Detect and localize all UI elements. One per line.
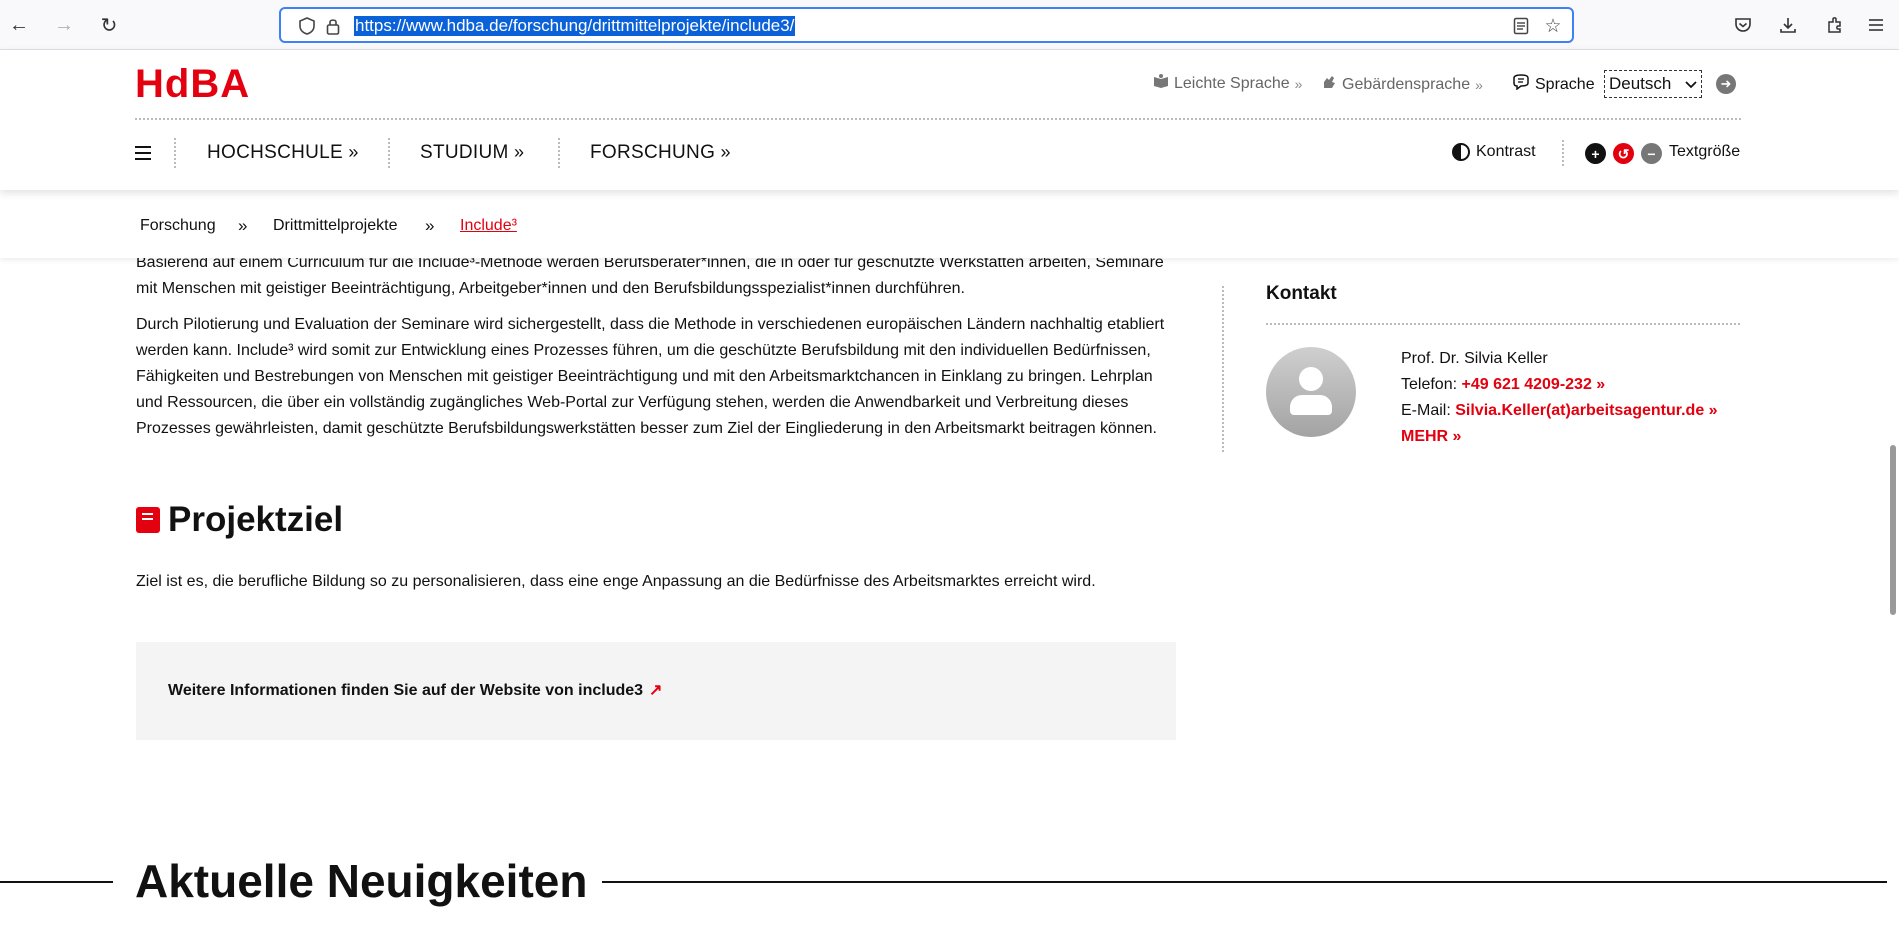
extensions-icon[interactable] xyxy=(1823,13,1847,37)
main-content: Basierend auf einem Curriculum für die I… xyxy=(136,250,1176,452)
email-link[interactable]: Silvia.Keller(at)arbeitsagentur.de » xyxy=(1455,402,1717,419)
nav-hochschule-label: HOCHSCHULE xyxy=(207,142,344,163)
contact-phone-row: Telefon: +49 621 4209-232 » xyxy=(1401,376,1605,394)
text-size-increase-icon[interactable]: + xyxy=(1585,143,1606,164)
download-icon[interactable] xyxy=(1776,13,1800,37)
avatar xyxy=(1266,347,1356,437)
text-size-decrease-icon[interactable]: − xyxy=(1641,143,1662,164)
nav-studium[interactable]: STUDIUM » xyxy=(420,142,524,164)
kontrast-toggle[interactable]: Kontrast xyxy=(1452,143,1536,161)
textgroesse-label: Textgröße xyxy=(1669,143,1741,160)
chevron-down-icon xyxy=(1685,74,1697,94)
browser-toolbar: ← → ↻ https://www.hdba.de/forschung/drit… xyxy=(0,0,1899,50)
breadcrumb-include3[interactable]: Include³ xyxy=(460,217,517,235)
logo[interactable]: HdBA xyxy=(135,64,250,104)
sprache-text: Sprache xyxy=(1535,75,1595,93)
contact-email-row: E-Mail: Silvia.Keller(at)arbeitsagentur.… xyxy=(1401,402,1718,420)
leichte-sprache-icon xyxy=(1153,74,1169,93)
leichte-sprache-label: Leichte Sprache xyxy=(1174,74,1290,92)
nav-divider xyxy=(174,138,176,168)
nav-hochschule[interactable]: HOCHSCHULE » xyxy=(207,142,359,164)
header-divider xyxy=(135,118,1741,120)
breadcrumb-drittmittelprojekte[interactable]: Drittmittelprojekte xyxy=(273,217,397,235)
site-header: HdBA Leichte Sprache » Gebärdensprache »… xyxy=(0,50,1899,190)
chevron-right-icon: » xyxy=(343,142,359,162)
chevron-right-icon: » xyxy=(1294,75,1303,92)
projektziel-text: Ziel ist es, die berufliche Bildung so z… xyxy=(136,573,1096,590)
kontrast-label: Kontrast xyxy=(1476,143,1536,160)
sprache-label: Sprache xyxy=(1512,74,1595,95)
nav-forschung-label: FORSCHUNG xyxy=(590,142,716,163)
breadcrumb-forschung[interactable]: Forschung xyxy=(140,217,216,235)
reader-view-icon[interactable] xyxy=(1511,16,1531,36)
email-address: Silvia.Keller(at)arbeitsagentur.de xyxy=(1455,402,1705,419)
email-label: E-Mail: xyxy=(1401,402,1451,419)
external-website-label: Weitere Informationen finden Sie auf der… xyxy=(168,682,644,699)
language-select[interactable]: Deutsch xyxy=(1604,70,1702,98)
news-rule-right xyxy=(602,881,1889,883)
kontakt-title: Kontakt xyxy=(1266,283,1337,304)
shield-icon[interactable] xyxy=(297,16,317,36)
phone-number: +49 621 4209-232 xyxy=(1461,376,1592,393)
chevron-right-icon: » xyxy=(1475,76,1483,93)
language-icon xyxy=(1512,74,1530,95)
chevron-right-icon: » xyxy=(508,142,525,162)
pocket-icon[interactable] xyxy=(1731,13,1755,37)
contrast-icon xyxy=(1452,143,1470,161)
nav-studium-label: STUDIUM xyxy=(420,142,509,163)
info-box: Weitere Informationen finden Sie auf der… xyxy=(136,642,1176,740)
breadcrumb-separator: » xyxy=(425,216,435,235)
url-text[interactable]: https://www.hdba.de/forschung/drittmitte… xyxy=(354,16,796,36)
nav-divider xyxy=(558,138,560,168)
breadcrumb: Forschung » Drittmittelprojekte » Includ… xyxy=(0,190,1899,258)
external-link-arrow-icon: ↗ xyxy=(649,682,663,699)
projektziel-heading: Projektziel xyxy=(136,500,343,540)
language-selected-value: Deutsch xyxy=(1609,74,1672,93)
language-go-icon[interactable]: ➜ xyxy=(1716,74,1736,94)
text-size-reset-icon[interactable]: ↺ xyxy=(1613,143,1634,164)
nav-forschung[interactable]: FORSCHUNG » xyxy=(590,142,731,164)
lock-icon[interactable] xyxy=(323,16,343,36)
book-icon xyxy=(136,507,160,533)
breadcrumb-separator: » xyxy=(238,216,248,235)
contact-more-row: MEHR » xyxy=(1401,428,1461,446)
news-heading: Aktuelle Neuigkeiten xyxy=(135,855,588,907)
contact-name: Prof. Dr. Silvia Keller xyxy=(1401,350,1548,367)
menu-icon[interactable] xyxy=(1864,13,1888,37)
mehr-link[interactable]: MEHR » xyxy=(1401,428,1461,445)
back-icon[interactable]: ← xyxy=(6,12,32,38)
sidebar-divider xyxy=(1222,286,1224,452)
bookmark-star-icon[interactable]: ☆ xyxy=(1543,16,1563,37)
leichte-sprache-link[interactable]: Leichte Sprache » xyxy=(1153,74,1302,93)
sign-language-icon xyxy=(1321,74,1337,95)
nav-divider xyxy=(388,138,390,168)
url-bar[interactable]: https://www.hdba.de/forschung/drittmitte… xyxy=(279,7,1574,43)
reload-icon[interactable]: ↻ xyxy=(96,12,122,38)
forward-icon[interactable]: → xyxy=(51,12,77,38)
kontakt-divider xyxy=(1266,323,1740,325)
toolbar-divider xyxy=(1562,140,1564,166)
hamburger-menu-icon[interactable] xyxy=(135,146,151,160)
gebaerdensprache-label: Gebärdensprache xyxy=(1342,75,1471,93)
mehr-label: MEHR xyxy=(1401,428,1449,445)
external-website-link[interactable]: Weitere Informationen finden Sie auf der… xyxy=(168,680,662,700)
projektziel-title: Projektziel xyxy=(168,500,344,539)
chevron-right-icon: » xyxy=(715,142,731,162)
intro-paragraph-2: Durch Pilotierung und Evaluation der Sem… xyxy=(136,316,1165,437)
telefon-label: Telefon: xyxy=(1401,376,1458,393)
news-rule-left xyxy=(0,881,113,883)
phone-link[interactable]: +49 621 4209-232 » xyxy=(1462,376,1606,393)
gebaerdensprache-link[interactable]: Gebärdensprache » xyxy=(1321,74,1483,95)
scrollbar-thumb[interactable] xyxy=(1890,445,1896,615)
